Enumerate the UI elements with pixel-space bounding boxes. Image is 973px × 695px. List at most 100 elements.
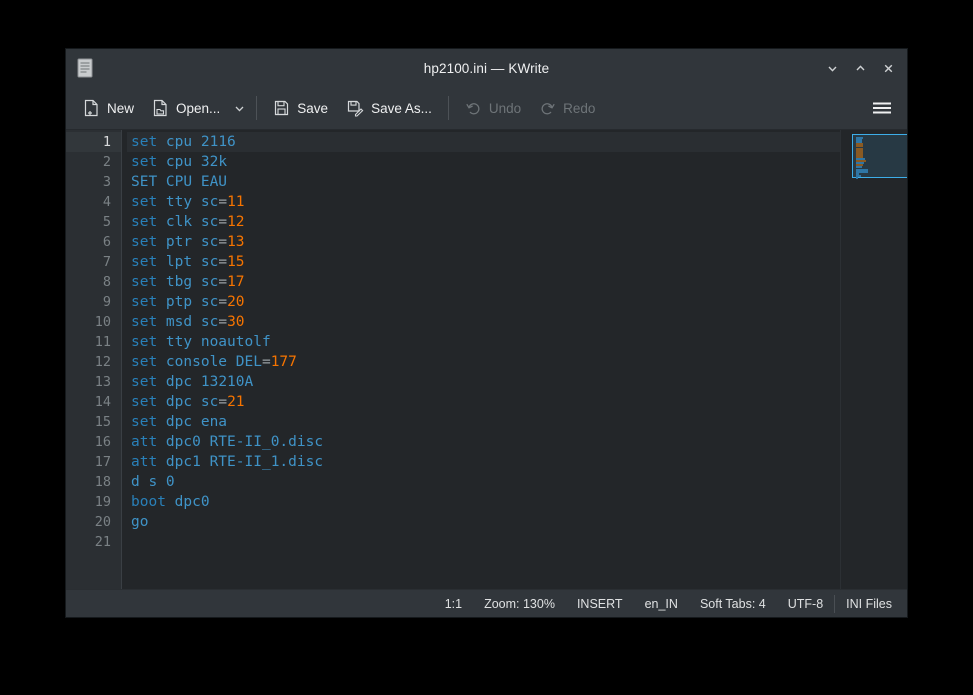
code-token: set <box>131 214 157 230</box>
save-button-label: Save <box>297 101 328 116</box>
code-token: set <box>131 134 157 150</box>
line-number: 19 <box>66 492 121 512</box>
code-line[interactable]: set cpu 2116 <box>127 132 907 152</box>
code-token: sc <box>201 314 218 330</box>
code-line[interactable]: set dpc sc=21 <box>127 392 907 412</box>
zoom-level[interactable]: Zoom: 130% <box>473 591 566 617</box>
save-as-button-label: Save As... <box>371 101 432 116</box>
line-number: 14 <box>66 392 121 412</box>
code-token: cpu <box>157 154 201 170</box>
cursor-position: 1:1 <box>434 591 473 617</box>
line-number: 1 <box>66 132 121 152</box>
tab-settings[interactable]: Soft Tabs: 4 <box>689 591 777 617</box>
code-token: boot <box>131 494 166 510</box>
close-icon[interactable] <box>875 55 901 81</box>
code-line[interactable]: go <box>127 512 907 532</box>
code-token: = <box>218 254 227 270</box>
maximize-icon[interactable] <box>847 55 873 81</box>
code-token: = <box>218 394 227 410</box>
code-token: 21 <box>227 394 244 410</box>
code-line[interactable]: set cpu 32k <box>127 152 907 172</box>
save-icon <box>273 99 290 117</box>
code-line[interactable]: set tbg sc=17 <box>127 272 907 292</box>
code-token: set <box>131 354 157 370</box>
code-token: 2116 <box>201 134 236 150</box>
code-line[interactable]: set tty sc=11 <box>127 192 907 212</box>
line-number: 13 <box>66 372 121 392</box>
code-token: d s 0 <box>131 474 175 490</box>
minimap-viewport[interactable] <box>852 134 907 178</box>
code-token: dpc1 RTE-II_1.disc <box>157 454 323 470</box>
code-token: = <box>218 234 227 250</box>
code-line[interactable]: att dpc1 RTE-II_1.disc <box>127 452 907 472</box>
code-token: clk <box>157 214 201 230</box>
undo-button[interactable]: Undo <box>456 93 530 123</box>
save-as-button[interactable]: Save As... <box>337 93 441 123</box>
code-token: tbg <box>157 274 201 290</box>
new-button[interactable]: New <box>74 93 143 123</box>
code-token: 30 <box>227 314 244 330</box>
undo-icon <box>465 100 482 117</box>
code-line[interactable]: set clk sc=12 <box>127 212 907 232</box>
code-token: 15 <box>227 254 244 270</box>
open-file-icon <box>152 99 169 117</box>
code-token: set <box>131 274 157 290</box>
open-button[interactable]: Open... <box>143 93 229 123</box>
code-token: set <box>131 194 157 210</box>
window-titlebar[interactable]: hp2100.ini — KWrite <box>66 49 907 87</box>
desktop-background: hp2100.ini — KWrite <box>0 0 973 695</box>
code-token: 13 <box>227 234 244 250</box>
code-token: = <box>218 274 227 290</box>
code-token: lpt <box>157 254 201 270</box>
minimize-icon[interactable] <box>819 55 845 81</box>
code-line[interactable]: d s 0 <box>127 472 907 492</box>
save-button[interactable]: Save <box>264 93 337 123</box>
line-number: 9 <box>66 292 121 312</box>
code-token: 11 <box>227 194 244 210</box>
code-token: 177 <box>271 354 297 370</box>
line-number: 17 <box>66 452 121 472</box>
code-line[interactable]: set ptp sc=20 <box>127 292 907 312</box>
code-line[interactable]: set ptr sc=13 <box>127 232 907 252</box>
code-line[interactable]: att dpc0 RTE-II_0.disc <box>127 432 907 452</box>
new-file-icon <box>83 99 100 117</box>
status-bar: 1:1 Zoom: 130% INSERT en_IN Soft Tabs: 4… <box>66 589 907 617</box>
code-line[interactable]: set lpt sc=15 <box>127 252 907 272</box>
line-number: 4 <box>66 192 121 212</box>
document-icon <box>76 58 94 78</box>
code-token: set <box>131 234 157 250</box>
code-line[interactable]: set dpc 13210A <box>127 372 907 392</box>
minimap-scrollbar[interactable] <box>840 130 907 589</box>
code-token: = <box>218 214 227 230</box>
line-number: 3 <box>66 172 121 192</box>
code-token: att <box>131 454 157 470</box>
chevron-down-icon[interactable] <box>229 93 249 123</box>
undo-button-label: Undo <box>489 101 521 116</box>
code-token: sc <box>201 254 218 270</box>
code-line[interactable]: set console DEL=177 <box>127 352 907 372</box>
code-token: sc <box>201 274 218 290</box>
kwrite-window: hp2100.ini — KWrite <box>65 48 908 618</box>
hamburger-menu-icon[interactable] <box>867 93 897 123</box>
redo-button[interactable]: Redo <box>530 93 604 123</box>
code-token: = <box>218 294 227 310</box>
encoding-indicator[interactable]: UTF-8 <box>777 591 834 617</box>
code-line[interactable]: set dpc ena <box>127 412 907 432</box>
highlight-mode[interactable]: INI Files <box>835 591 903 617</box>
code-line[interactable]: SET CPU EAU <box>127 172 907 192</box>
language-indicator[interactable]: en_IN <box>634 591 689 617</box>
new-button-label: New <box>107 101 134 116</box>
save-as-icon <box>346 99 364 117</box>
code-line[interactable] <box>127 532 907 552</box>
input-mode[interactable]: INSERT <box>566 591 634 617</box>
line-number-gutter: 123456789101112131415161718192021 <box>66 130 122 589</box>
code-line[interactable]: set msd sc=30 <box>127 312 907 332</box>
open-button-label: Open... <box>176 101 220 116</box>
line-number: 15 <box>66 412 121 432</box>
code-token: cpu <box>157 134 201 150</box>
line-number: 20 <box>66 512 121 532</box>
line-number: 2 <box>66 152 121 172</box>
code-line[interactable]: set tty noautolf <box>127 332 907 352</box>
code-text-area[interactable]: set cpu 2116set cpu 32kSET CPU EAUset tt… <box>122 130 907 589</box>
code-line[interactable]: boot dpc0 <box>127 492 907 512</box>
